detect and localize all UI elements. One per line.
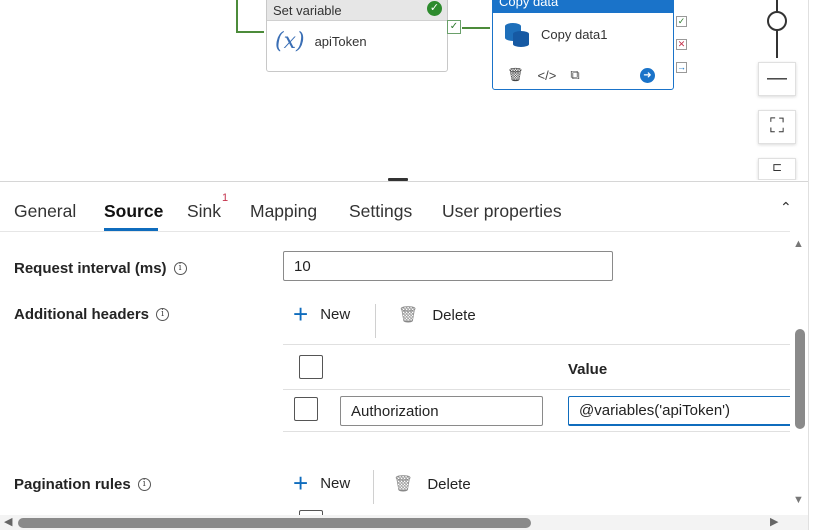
- select-all-checkbox[interactable]: [299, 355, 323, 379]
- auto-align-button[interactable]: ⊏: [758, 158, 796, 180]
- sink-error-badge: 1: [222, 192, 229, 204]
- right-edge: [808, 0, 826, 530]
- delete-icon[interactable]: 🗑: [507, 67, 524, 83]
- set-variable-activity[interactable]: Set variable ✓ (𝑥) apiToken: [266, 0, 448, 72]
- activity-type: Copy data: [493, 0, 673, 13]
- tab-mapping[interactable]: Mapping: [250, 201, 317, 222]
- pipeline-canvas[interactable]: Set variable ✓ (𝑥) apiToken ✓ Copy data …: [0, 0, 808, 180]
- connector-in-horizontal: [236, 31, 264, 33]
- pagination-new-button[interactable]: + New: [293, 468, 350, 498]
- info-icon[interactable]: i: [137, 478, 151, 491]
- delete-icon: 🗑: [393, 476, 414, 493]
- vertical-scroll-thumb[interactable]: [795, 329, 805, 429]
- scroll-right-arrow-icon[interactable]: ▶: [770, 515, 778, 528]
- chevron-up-icon[interactable]: ⌃: [780, 199, 792, 216]
- source-settings: Request interval (ms) i 10 Additional he…: [0, 232, 790, 520]
- fx-icon: (𝑥): [275, 29, 305, 54]
- zoom-slider-thumb[interactable]: [767, 11, 787, 31]
- activity-type: Set variable: [273, 3, 342, 18]
- scroll-up-arrow-icon[interactable]: ▲: [793, 238, 804, 250]
- plus-icon: +: [293, 468, 309, 498]
- value-column-header: Value: [568, 361, 608, 378]
- horizontal-scroll-thumb[interactable]: [18, 518, 531, 528]
- row-checkbox[interactable]: [294, 397, 318, 421]
- connector-in-vertical: [236, 0, 238, 33]
- tab-source[interactable]: Source: [104, 201, 163, 222]
- copy-data-activity[interactable]: Copy data Copy data1 🗑 </> ⧉ ➜: [492, 0, 674, 90]
- tab-sink[interactable]: Sink: [187, 201, 221, 222]
- scroll-down-arrow-icon[interactable]: ▼: [793, 494, 804, 506]
- request-interval-label: Request interval (ms) i: [14, 260, 187, 277]
- scroll-left-arrow-icon[interactable]: ◀: [4, 515, 12, 528]
- tab-settings[interactable]: Settings: [349, 201, 412, 222]
- pagination-delete-button[interactable]: 🗑 Delete: [393, 474, 471, 494]
- info-icon[interactable]: i: [156, 308, 170, 321]
- headers-new-button[interactable]: + New: [293, 299, 350, 329]
- on-success-handle-icon[interactable]: ✓: [447, 20, 461, 34]
- delete-icon: 🗑: [398, 307, 419, 324]
- database-icon: [505, 21, 529, 47]
- activity-name: Copy data1: [541, 26, 608, 42]
- request-interval-input[interactable]: 10: [283, 251, 613, 281]
- code-icon[interactable]: </>: [538, 68, 557, 83]
- info-icon[interactable]: i: [173, 262, 187, 275]
- on-completion-output-icon[interactable]: →: [676, 62, 687, 73]
- success-check-icon: ✓: [427, 1, 442, 16]
- fit-to-screen-button[interactable]: ⛶: [758, 110, 796, 144]
- on-success-output-icon[interactable]: ✓: [676, 16, 687, 27]
- activity-name: apiToken: [314, 34, 367, 49]
- app-root: Set variable ✓ (𝑥) apiToken ✓ Copy data …: [0, 0, 826, 530]
- zoom-out-button[interactable]: —: [758, 62, 796, 96]
- copy-icon[interactable]: ⧉: [570, 67, 579, 83]
- on-failure-output-icon[interactable]: ✕: [676, 39, 687, 50]
- properties-pane: General Source Sink 1 Mapping Settings U…: [0, 181, 808, 530]
- header-value-input[interactable]: @variables('apiToken'): [568, 396, 790, 426]
- tab-user-properties[interactable]: User properties: [442, 201, 562, 222]
- active-tab-indicator: [104, 228, 158, 231]
- tab-general[interactable]: General: [14, 201, 76, 222]
- plus-icon: +: [293, 299, 309, 329]
- additional-headers-label: Additional headers i: [14, 306, 170, 323]
- pagination-rules-label: Pagination rules i: [14, 476, 151, 493]
- headers-delete-button[interactable]: 🗑 Delete: [398, 305, 476, 325]
- connector-out: [462, 27, 490, 29]
- arrow-right-icon[interactable]: ➜: [640, 68, 655, 83]
- tab-strip: General Source Sink 1 Mapping Settings U…: [0, 182, 808, 232]
- header-name-input[interactable]: Authorization: [340, 396, 543, 426]
